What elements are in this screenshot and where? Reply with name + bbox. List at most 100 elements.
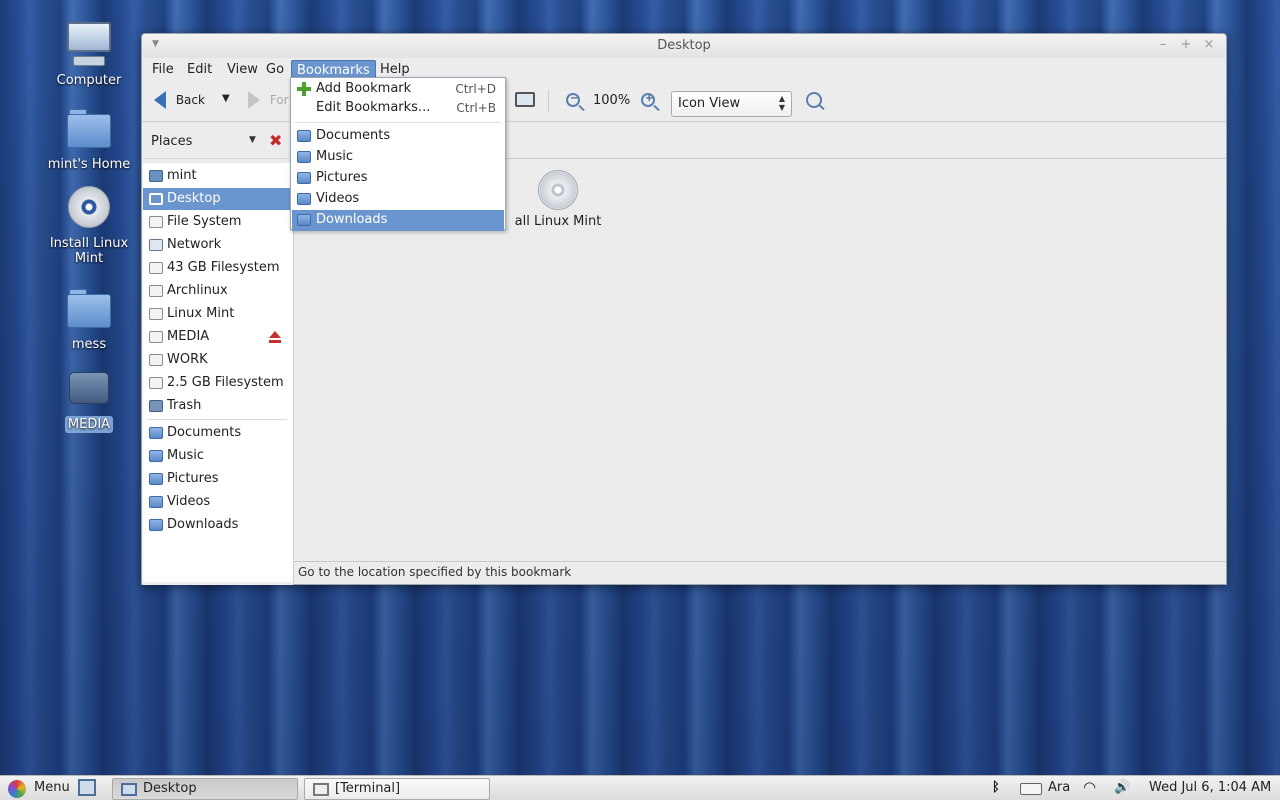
sidebar-item-mint[interactable]: mint	[143, 165, 293, 187]
view-mode-select[interactable]: Icon View ▲ ▼	[671, 91, 792, 117]
bluetooth-icon[interactable]: ᛒ	[992, 780, 1000, 795]
menu-item-label: Music	[316, 149, 353, 164]
sidebar-item-trash[interactable]: Trash	[143, 395, 293, 417]
sidebar-item-desktop[interactable]: Desktop	[143, 188, 293, 210]
add-icon	[297, 82, 311, 96]
close-sidebar-icon[interactable]: ✖	[269, 131, 282, 150]
zoom-in-icon[interactable]: +	[641, 93, 655, 107]
file-item-label: all Linux Mint	[514, 214, 602, 229]
drive-icon	[149, 354, 163, 366]
file-item[interactable]: all Linux Mint	[508, 170, 608, 229]
desktop-icon-label: MEDIA	[64, 416, 114, 433]
folder-icon	[297, 151, 311, 163]
menu-item-add-bookmark[interactable]: Add Bookmark Ctrl+D	[292, 79, 504, 100]
drive-icon	[149, 331, 163, 343]
menu-item-pictures[interactable]: Pictures	[292, 168, 504, 189]
menu-go[interactable]: Go	[261, 60, 289, 79]
back-arrow-icon	[154, 91, 166, 109]
folder-icon	[149, 427, 163, 439]
forward-label: For	[269, 93, 289, 107]
keyboard-icon[interactable]	[1020, 783, 1042, 795]
computer-button[interactable]	[515, 92, 535, 110]
desktop-icon-home[interactable]: mint's Home	[34, 104, 144, 173]
menu-label: Menu	[34, 780, 70, 795]
bottom-panel: Menu Desktop [Terminal] ᛒ Ara ◠ 🔊 Wed Ju…	[0, 775, 1280, 800]
menu-item-documents[interactable]: Documents	[292, 126, 504, 147]
sidebar-item-label: Linux Mint	[167, 306, 235, 321]
sidebar-item-pictures[interactable]: Pictures	[143, 468, 293, 490]
sidebar-item-downloads[interactable]: Downloads	[143, 514, 293, 536]
menu-item-downloads[interactable]: Downloads	[292, 210, 504, 231]
back-button[interactable]: Back	[154, 91, 205, 109]
desktop-icon-label: mess	[71, 337, 107, 352]
menu-item-music[interactable]: Music	[292, 147, 504, 168]
title-bar[interactable]: ▼ Desktop – + ×	[142, 34, 1226, 58]
desktop-icon-media[interactable]: MEDIA	[34, 364, 144, 433]
sidebar-item-videos[interactable]: Videos	[143, 491, 293, 513]
places-label[interactable]: Places	[151, 134, 192, 149]
keyboard-layout[interactable]: Ara	[1048, 780, 1070, 795]
menu-edit[interactable]: Edit	[182, 60, 217, 79]
eject-icon[interactable]	[269, 331, 281, 343]
shortcut-label: Ctrl+D	[455, 82, 496, 96]
desktop-icon-mess[interactable]: mess	[34, 284, 144, 353]
task-desktop[interactable]: Desktop	[112, 778, 298, 800]
select-arrows-icon: ▲ ▼	[778, 94, 785, 112]
sidebar-item-music[interactable]: Music	[143, 445, 293, 467]
clock[interactable]: Wed Jul 6, 1:04 AM	[1149, 780, 1271, 795]
sidebar-item-work[interactable]: WORK	[143, 349, 293, 371]
desktop-icon-computer[interactable]: Computer	[34, 20, 144, 89]
close-icon[interactable]: ×	[1202, 37, 1216, 52]
folder-icon	[297, 172, 311, 184]
computer-icon	[65, 20, 113, 68]
menu-item-videos[interactable]: Videos	[292, 189, 504, 210]
sidebar-item-network[interactable]: Network	[143, 234, 293, 256]
menu-item-label: Add Bookmark	[316, 81, 412, 96]
back-history-icon[interactable]: ▼	[222, 93, 230, 104]
sidebar-item-label: Downloads	[167, 517, 239, 532]
sidebar-item-2-5gb[interactable]: 2.5 GB Filesystem	[143, 372, 293, 394]
maximize-icon[interactable]: +	[1179, 37, 1193, 52]
folder-icon	[297, 193, 311, 205]
menu-view[interactable]: View	[222, 60, 263, 79]
sidebar-item-43gb[interactable]: 43 GB Filesystem	[143, 257, 293, 279]
show-desktop-button[interactable]	[78, 779, 96, 796]
sidebar-item-label: Music	[167, 448, 204, 463]
places-list: mint Desktop File System Network 43 GB F…	[143, 163, 293, 582]
sidebar-item-file-system[interactable]: File System	[143, 211, 293, 233]
wifi-icon[interactable]: ◠	[1083, 778, 1096, 796]
sidebar-item-label: MEDIA	[167, 329, 210, 344]
zoom-out-icon[interactable]: −	[566, 93, 580, 107]
view-mode-value: Icon View	[678, 96, 741, 111]
chevron-down-icon[interactable]: ▼	[249, 135, 256, 145]
sidebar-item-media[interactable]: MEDIA	[143, 326, 293, 348]
status-bar: Go to the location specified by this boo…	[293, 561, 1226, 583]
drive-icon	[149, 377, 163, 389]
menu-button[interactable]: Menu	[0, 776, 76, 800]
menu-item-label: Pictures	[316, 170, 368, 185]
desktop-icon-install[interactable]: Install Linux Mint	[34, 183, 144, 267]
drive-icon	[149, 285, 163, 297]
task-terminal[interactable]: [Terminal]	[304, 778, 490, 800]
zoom-level[interactable]: 100%	[593, 93, 630, 108]
drive-icon	[149, 262, 163, 274]
forward-button[interactable]: For	[248, 91, 289, 109]
forward-arrow-icon	[248, 91, 260, 109]
sidebar-item-linux-mint[interactable]: Linux Mint	[143, 303, 293, 325]
menu-item-label: Edit Bookmarks...	[316, 100, 431, 115]
sidebar-item-archlinux[interactable]: Archlinux	[143, 280, 293, 302]
volume-icon[interactable]: 🔊	[1114, 780, 1130, 795]
menu-file[interactable]: File	[147, 60, 179, 79]
menu-item-edit-bookmarks[interactable]: Edit Bookmarks... Ctrl+B	[292, 98, 504, 119]
sidebar-item-label: Documents	[167, 425, 242, 440]
sidebar-item-label: Archlinux	[167, 283, 228, 298]
minimize-icon[interactable]: –	[1156, 37, 1170, 52]
sidebar-item-documents[interactable]: Documents	[143, 422, 293, 444]
sidebar-item-label: mint	[167, 168, 197, 183]
folder-icon	[149, 496, 163, 508]
terminal-icon	[313, 783, 329, 796]
search-icon[interactable]	[806, 92, 822, 108]
desktop-icon-label: Install Linux Mint	[49, 236, 129, 266]
menu-item-label: Documents	[316, 128, 391, 143]
sidebar-divider	[147, 419, 287, 420]
